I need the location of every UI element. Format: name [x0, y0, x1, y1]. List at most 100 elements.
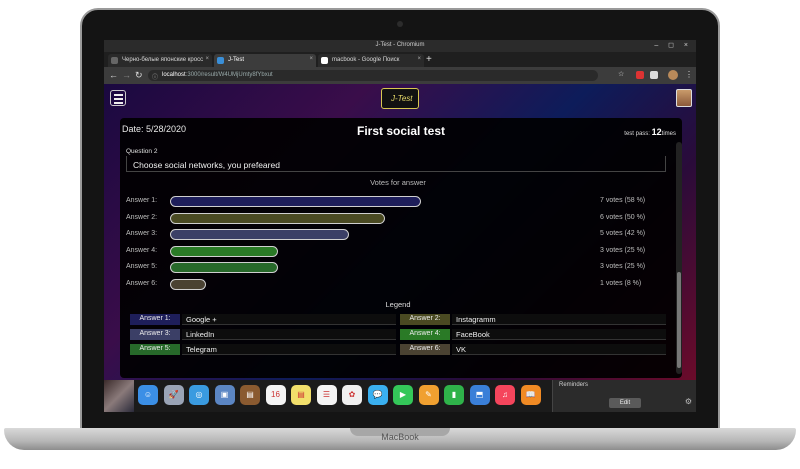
- tab-label: Черно-белые японские кросс: [122, 57, 204, 63]
- laptop-frame: MacBook J-Test - Chromium – ◻ × + Черно-…: [0, 0, 800, 469]
- chart-row: Answer 2: 6 votes (50 %): [120, 212, 676, 225]
- url-path: :3000/result/W4UMjUmty8fYbxut: [185, 72, 273, 78]
- question-number: Question 2: [126, 148, 158, 155]
- new-tab-button[interactable]: +: [426, 54, 432, 65]
- url-input[interactable]: ⓘ localhost:3000/result/W4UMjUmty8fYbxut: [148, 70, 598, 81]
- screen: J-Test - Chromium – ◻ × + Черно-белые яп…: [104, 40, 696, 412]
- test-pass-count: 12: [651, 127, 662, 137]
- safari-icon[interactable]: ◎: [189, 385, 209, 405]
- device-label: MacBook: [381, 432, 419, 442]
- legend-chip: Answer 5:: [130, 344, 180, 355]
- vote-count-label: 3 votes (25 %): [600, 263, 646, 271]
- hamburger-line: [114, 98, 123, 100]
- reminders-icon[interactable]: ☰: [316, 385, 337, 405]
- vote-bar: [170, 262, 278, 274]
- legend-chip: Answer 6:: [400, 344, 450, 355]
- legend-item: Answer 5: Telegram: [130, 344, 398, 355]
- facetime-icon[interactable]: ▶: [393, 385, 413, 405]
- legend-item: Answer 4: FaceBook: [400, 329, 668, 340]
- finder-icon[interactable]: ☺: [138, 385, 158, 405]
- vote-bar: [170, 245, 278, 257]
- legend-name: Instagramm: [456, 315, 496, 324]
- answer-label: Answer 4:: [126, 246, 158, 254]
- hamburger-menu-button[interactable]: [110, 90, 126, 106]
- legend-name: LinkedIn: [186, 330, 215, 339]
- pages-icon[interactable]: ✎: [418, 385, 439, 405]
- question-text: Choose social networks, you prefeared: [126, 156, 666, 172]
- bookmark-star-icon[interactable]: ☆: [618, 70, 624, 78]
- extension-icon[interactable]: [650, 71, 658, 79]
- vote-count-label: 6 votes (50 %): [600, 213, 646, 221]
- menu-kebab-icon[interactable]: ⋮: [685, 70, 693, 79]
- reminders-title: Reminders: [559, 382, 589, 388]
- close-tab-icon[interactable]: ×: [205, 56, 209, 62]
- legend-item: Answer 1: Google +: [130, 314, 398, 325]
- preview-icon[interactable]: ▣: [214, 385, 235, 405]
- answer-label: Answer 1:: [126, 197, 158, 204]
- browser-tab[interactable]: macbook - Google Поиск ×: [318, 54, 424, 67]
- back-icon[interactable]: ←: [109, 70, 118, 80]
- chart-row: Answer 5: 3 votes (25 %): [120, 261, 676, 274]
- test-pass-unit: times: [661, 131, 676, 137]
- scrollbar-thumb[interactable]: [677, 272, 681, 368]
- legend-name: VK: [456, 345, 467, 354]
- test-pass-counter: test pass: 12times: [624, 127, 676, 137]
- legend-name: Telegram: [186, 345, 217, 354]
- extension-icon[interactable]: [636, 71, 644, 79]
- legend-chip: Answer 3:: [130, 329, 180, 340]
- browser-tab[interactable]: Черно-белые японские кросс ×: [108, 54, 212, 67]
- vote-count-label: 5 votes (42 %): [600, 230, 646, 238]
- tab-label: macbook - Google Поиск: [332, 57, 400, 63]
- window-controls[interactable]: – ◻ ×: [654, 41, 692, 49]
- answer-label: Answer 3:: [126, 230, 158, 238]
- close-tab-icon[interactable]: ×: [417, 56, 421, 62]
- legend-item: Answer 3: LinkedIn: [130, 329, 398, 340]
- chart-row: Answer 4: 3 votes (25 %): [120, 245, 676, 258]
- vote-count-label: 1 votes (8 %): [600, 280, 642, 287]
- legend-chip: Answer 2:: [400, 314, 450, 325]
- numbers-icon[interactable]: ▮: [444, 385, 464, 405]
- notes-brown-icon[interactable]: ▤: [240, 385, 260, 405]
- profile-avatar-icon[interactable]: [668, 70, 678, 80]
- close-tab-icon[interactable]: ×: [309, 56, 313, 62]
- messages-icon[interactable]: 💬: [367, 385, 388, 405]
- app-page: J-Test Date: 5/28/2020 First social test…: [104, 84, 696, 380]
- hamburger-line: [114, 94, 123, 96]
- answer-label: Answer 6:: [126, 280, 158, 287]
- tab-label: J-Test: [228, 57, 245, 63]
- test-title: First social test: [356, 124, 446, 138]
- legend-name: FaceBook: [456, 330, 490, 339]
- info-icon[interactable]: ⓘ: [152, 72, 158, 81]
- legend-name: Google +: [186, 315, 217, 324]
- address-bar: ← → ↻ ⓘ localhost:3000/result/W4UMjUmty8…: [104, 67, 696, 84]
- chart-row: Answer 6: 1 votes (8 %): [120, 278, 676, 291]
- chart-row: Answer 1: 7 votes (58 %): [120, 195, 676, 208]
- music-icon[interactable]: ♫: [495, 385, 515, 405]
- gear-icon[interactable]: ⚙: [685, 397, 692, 406]
- photos-icon[interactable]: ✿: [342, 385, 362, 405]
- desktop-photo: [104, 380, 134, 412]
- favicon-icon: [217, 57, 224, 64]
- window-titlebar: J-Test - Chromium – ◻ ×: [104, 40, 696, 52]
- camera-icon: [397, 21, 403, 27]
- books-icon[interactable]: 📖: [520, 385, 541, 405]
- app-logo[interactable]: J-Test: [381, 88, 419, 109]
- scrollbar[interactable]: [676, 142, 682, 374]
- answer-label: Answer 5:: [126, 263, 158, 271]
- vote-bar: [170, 212, 385, 224]
- legend-chip: Answer 4:: [400, 329, 450, 340]
- reload-icon[interactable]: ↻: [135, 70, 143, 81]
- user-avatar[interactable]: [676, 89, 692, 107]
- favicon-icon: [321, 57, 328, 64]
- browser-tab[interactable]: J-Test ×: [214, 54, 316, 67]
- legend-chip: Answer 1:: [130, 314, 180, 325]
- launchpad-icon[interactable]: 🚀: [163, 385, 184, 405]
- stickies-icon[interactable]: ▤: [291, 385, 311, 405]
- vote-count-label: 3 votes (25 %): [600, 246, 646, 254]
- keynote-icon[interactable]: ⬒: [469, 385, 490, 405]
- edit-button[interactable]: Edit: [609, 398, 641, 408]
- calendar-icon[interactable]: 16: [265, 385, 286, 405]
- tab-bar: + Черно-белые японские кросс × J-Test × macb…: [104, 52, 696, 67]
- chart-row: Answer 3: 5 votes (42 %): [120, 228, 676, 241]
- forward-icon[interactable]: →: [122, 70, 131, 80]
